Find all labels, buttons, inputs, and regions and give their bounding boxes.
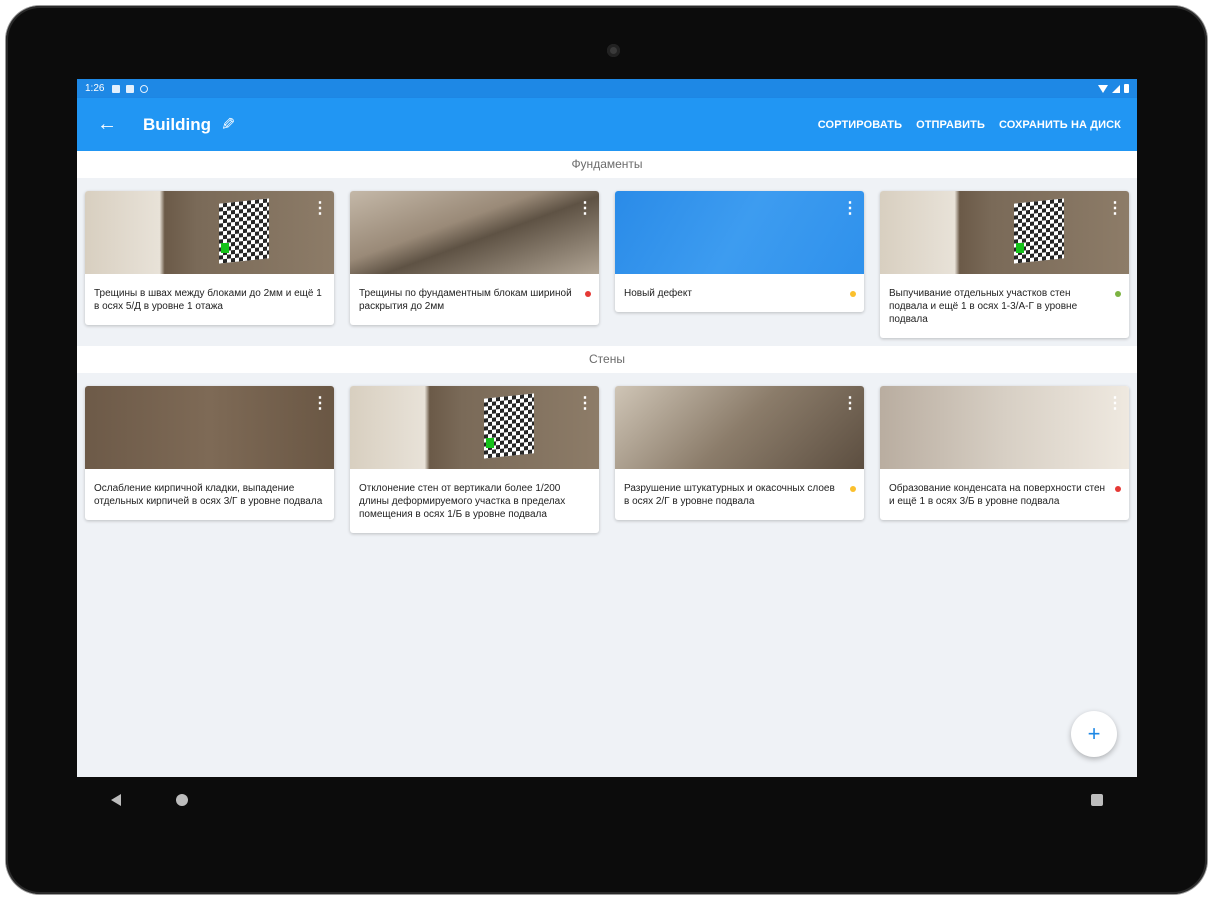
defect-card[interactable]: ⋮ Выпучивание отдельных участков стен по… xyxy=(880,191,1129,338)
defect-card[interactable]: ⋮ Новый дефект xyxy=(615,191,864,312)
defect-card[interactable]: ⋮ Разрушение штукатурных и окасочных сло… xyxy=(615,386,864,520)
defect-card[interactable]: ⋮ Трещины по фундаментным блокам шириной… xyxy=(350,191,599,325)
back-arrow-icon[interactable]: ← xyxy=(97,113,121,136)
system-navigation-bar xyxy=(77,786,1137,814)
defect-description: Выпучивание отдельных участков стен подв… xyxy=(889,288,1078,325)
defect-card[interactable]: ⋮ Ослабление кирпичной кладки, выпадение… xyxy=(85,386,334,520)
checkerboard-image xyxy=(1014,198,1064,264)
defect-description: Образование конденсата на поверхности ст… xyxy=(889,483,1106,507)
section-grid-walls: ⋮ Ослабление кирпичной кладки, выпадение… xyxy=(77,373,1137,533)
more-vert-icon[interactable]: ⋮ xyxy=(842,201,858,219)
page-title: Building xyxy=(143,114,211,134)
defect-description: Новый дефект xyxy=(624,288,692,299)
status-dot xyxy=(1115,291,1121,297)
marker-icon xyxy=(486,438,494,448)
more-vert-icon[interactable]: ⋮ xyxy=(1107,201,1123,219)
more-vert-icon[interactable]: ⋮ xyxy=(577,201,593,219)
battery-icon xyxy=(1124,84,1129,93)
signal-icon xyxy=(1112,84,1120,93)
more-vert-icon[interactable]: ⋮ xyxy=(842,396,858,414)
defect-photo: ⋮ xyxy=(880,386,1129,469)
defect-description: Разрушение штукатурных и окасочных слоев… xyxy=(624,483,835,507)
wifi-icon xyxy=(1098,84,1108,93)
defect-photo: ⋮ xyxy=(85,191,334,274)
app-bar-actions: СОРТИРОВАТЬ ОТПРАВИТЬ СОХРАНИТЬ НА ДИСК xyxy=(818,119,1121,131)
defect-card[interactable]: ⋮ Отклонение стен от вертикали более 1/2… xyxy=(350,386,599,533)
edit-pencil-icon[interactable]: ✎ xyxy=(221,115,235,135)
defect-card[interactable]: ⋮ Образование конденсата на поверхности … xyxy=(880,386,1129,520)
front-camera xyxy=(607,44,620,57)
add-defect-button[interactable]: + xyxy=(1071,711,1117,757)
marker-icon xyxy=(1016,243,1024,253)
save-to-disk-button[interactable]: СОХРАНИТЬ НА ДИСК xyxy=(999,119,1121,131)
section-header-foundations: Фундаменты xyxy=(77,151,1137,178)
defect-photo: ⋮ xyxy=(350,386,599,469)
send-button[interactable]: ОТПРАВИТЬ xyxy=(916,119,985,131)
nav-back-icon[interactable] xyxy=(111,794,121,806)
checkerboard-image xyxy=(484,393,534,459)
status-dot xyxy=(1115,486,1121,492)
more-vert-icon[interactable]: ⋮ xyxy=(577,396,593,414)
defect-photo: ⋮ xyxy=(615,386,864,469)
marker-icon xyxy=(221,243,229,253)
defect-photo: ⋮ xyxy=(85,386,334,469)
sync-icon xyxy=(140,84,149,93)
more-vert-icon[interactable]: ⋮ xyxy=(1107,396,1123,414)
app-bar: ← Building ✎ СОРТИРОВАТЬ ОТПРАВИТЬ СОХРА… xyxy=(77,98,1137,151)
status-time: 1:26 xyxy=(85,83,105,94)
sort-button[interactable]: СОРТИРОВАТЬ xyxy=(818,119,902,131)
nav-home-icon[interactable] xyxy=(176,794,188,806)
defect-photo: ⋮ xyxy=(350,191,599,274)
defect-description: Трещины по фундаментным блокам шириной р… xyxy=(359,288,572,312)
defect-card[interactable]: ⋮ Трещины в швах между блоками до 2мм и … xyxy=(85,191,334,325)
app-screen: 1:26 ← Building ✎ СОРТИРОВАТЬ ОТПРАВИТЬ … xyxy=(77,79,1137,777)
defect-description: Ослабление кирпичной кладки, выпадение о… xyxy=(94,483,323,507)
defect-description: Отклонение стен от вертикали более 1/200… xyxy=(359,483,566,520)
sd-card-icon xyxy=(126,84,135,93)
defect-photo-placeholder: ⋮ xyxy=(615,191,864,274)
status-dot xyxy=(850,291,856,297)
checkerboard-image xyxy=(219,198,269,264)
more-vert-icon[interactable]: ⋮ xyxy=(312,201,328,219)
status-bar: 1:26 xyxy=(77,79,1137,98)
status-dot xyxy=(585,291,591,297)
section-grid-foundations: ⋮ Трещины в швах между блоками до 2мм и … xyxy=(77,178,1137,338)
defect-description: Трещины в швах между блоками до 2мм и ещ… xyxy=(94,288,322,312)
status-dot xyxy=(850,486,856,492)
nav-recent-apps-icon[interactable] xyxy=(1091,794,1103,806)
notification-icon xyxy=(112,84,121,93)
more-vert-icon[interactable]: ⋮ xyxy=(312,396,328,414)
defect-photo: ⋮ xyxy=(880,191,1129,274)
section-header-walls: Стены xyxy=(77,346,1137,373)
